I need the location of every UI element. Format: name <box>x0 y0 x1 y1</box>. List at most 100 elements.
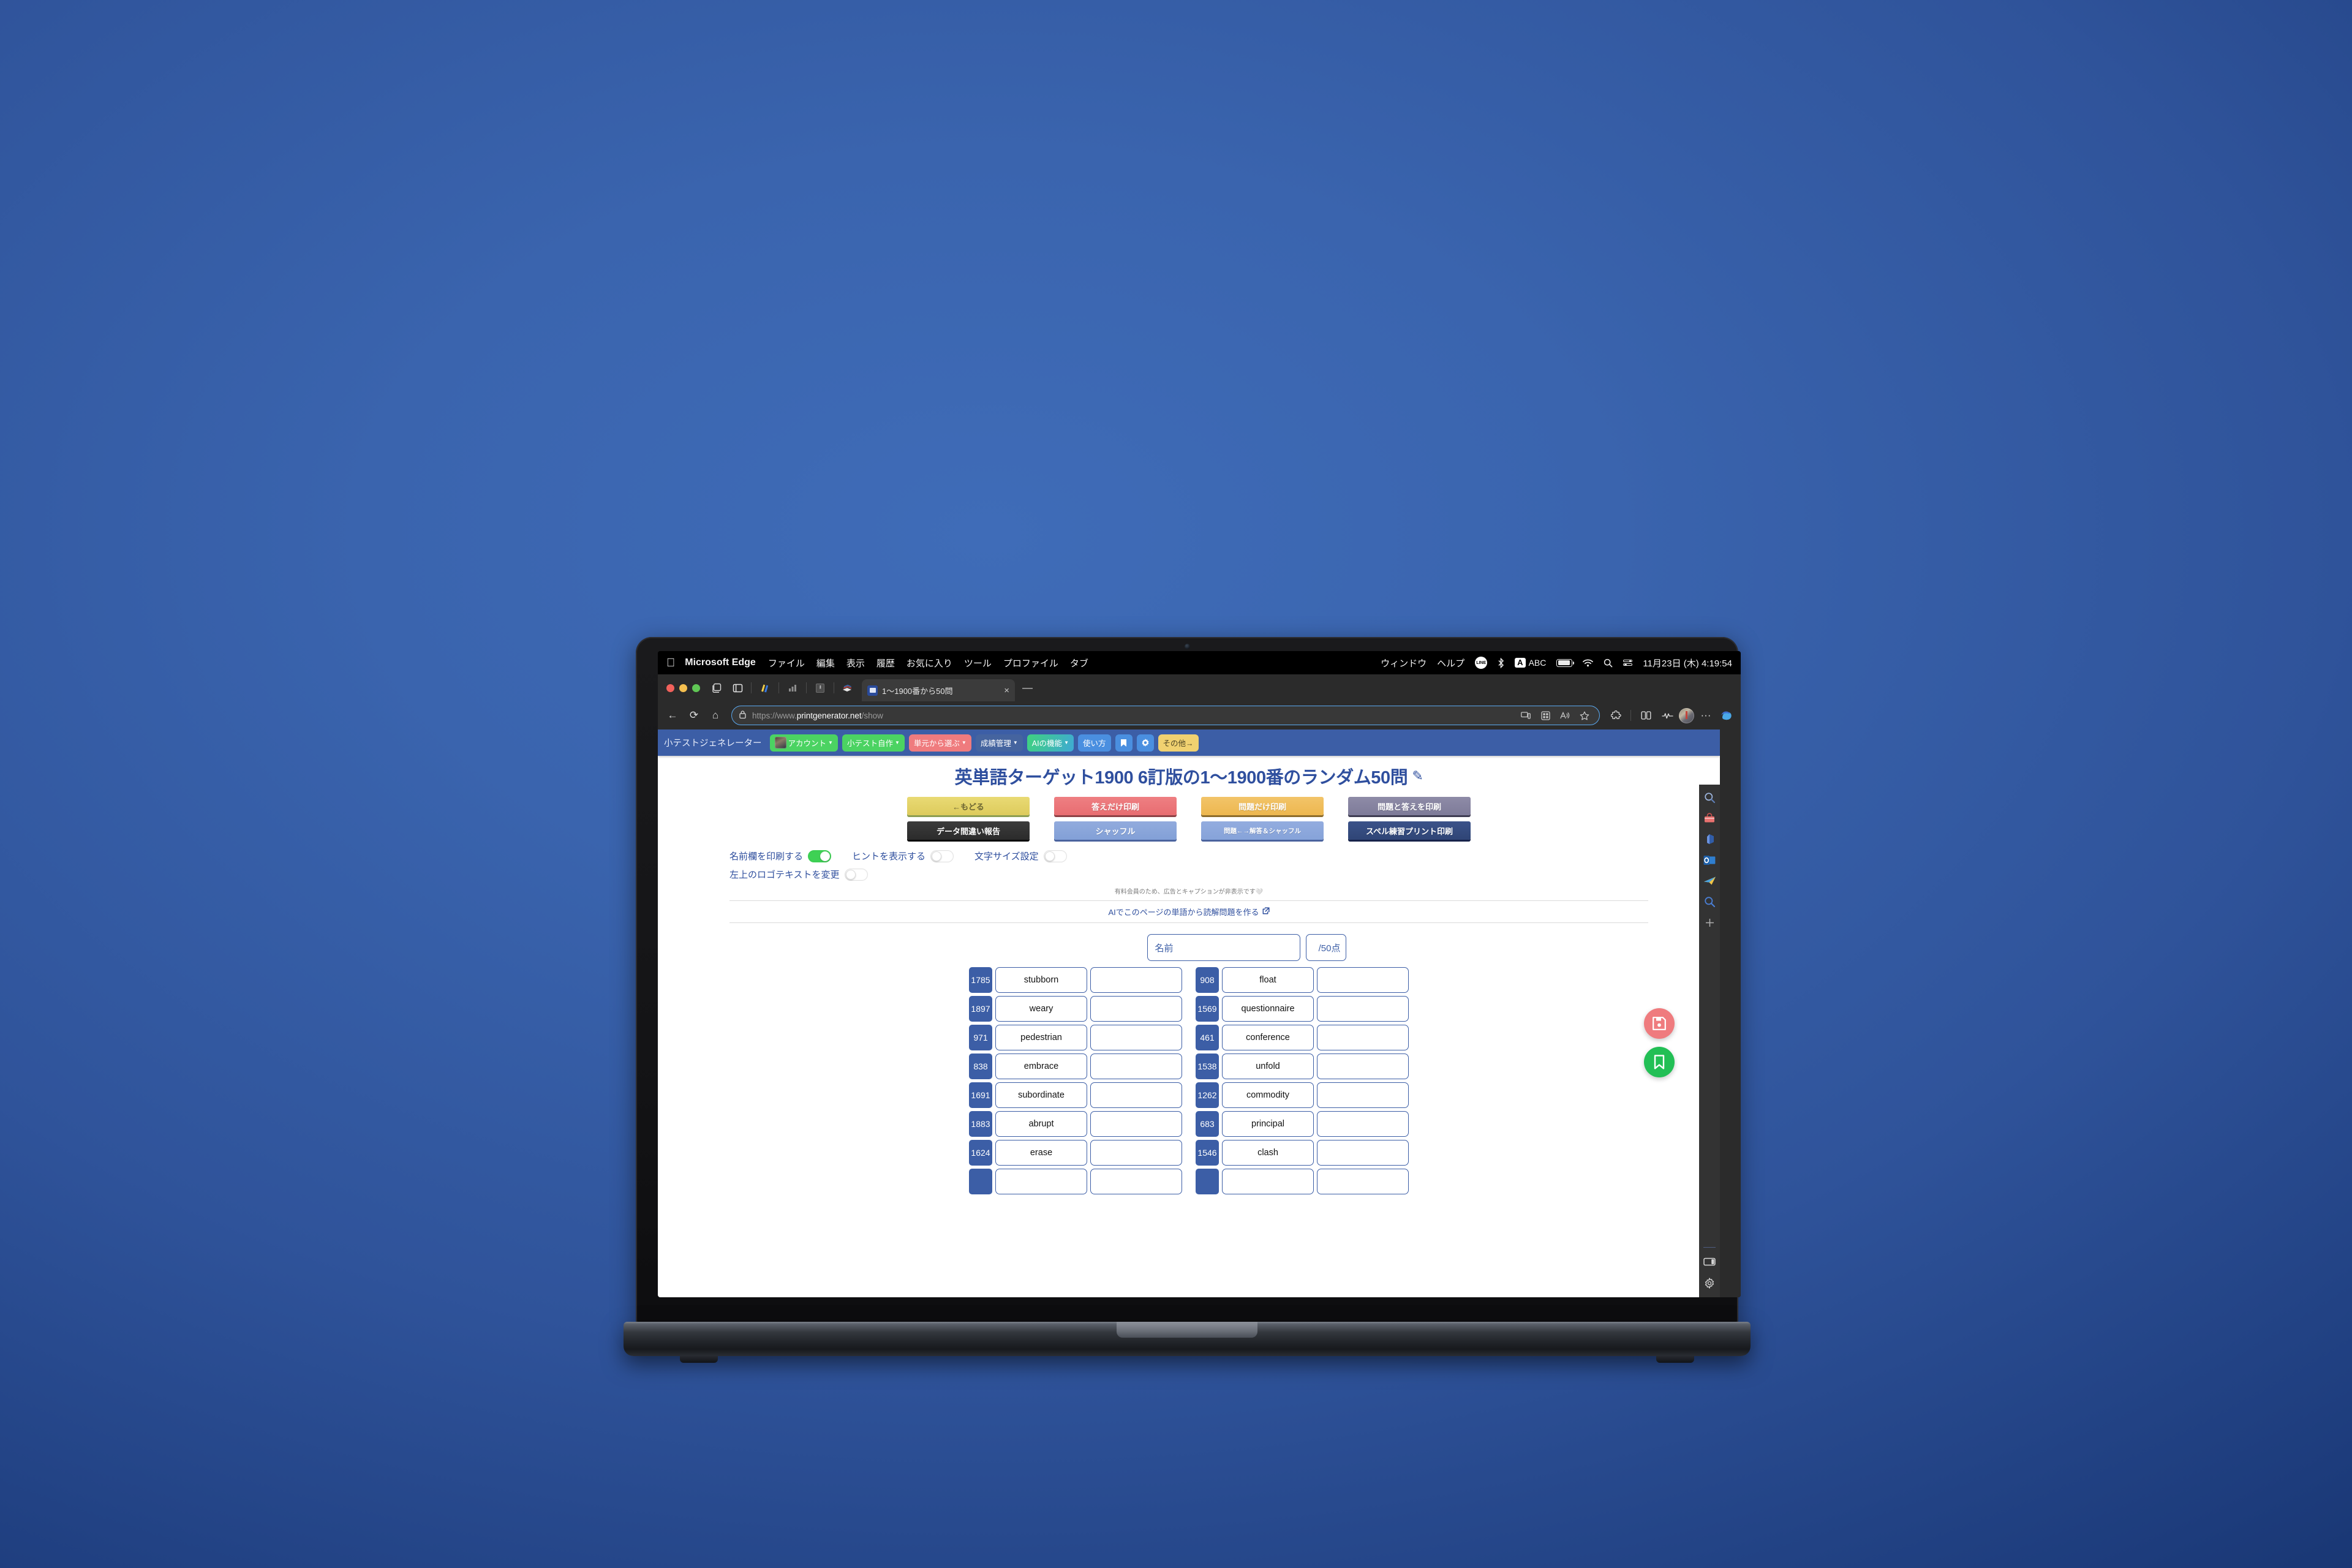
nav-item-more[interactable]: その他→ <box>1158 734 1199 752</box>
office-icon[interactable] <box>1702 832 1717 846</box>
tab-groups-icon[interactable] <box>707 679 726 697</box>
collections-icon[interactable] <box>1537 707 1553 723</box>
toggle-show-hints[interactable] <box>930 850 954 862</box>
nav-item-ai-features[interactable]: AIの機能 ▼ <box>1027 734 1074 752</box>
toggle-font-size-setting[interactable] <box>1043 850 1067 862</box>
bluetooth-icon[interactable] <box>1498 657 1504 668</box>
sidebar-settings-gear-icon[interactable] <box>1702 1276 1717 1291</box>
nav-settings-button[interactable] <box>1136 734 1154 752</box>
answer-blank[interactable] <box>1317 1111 1409 1137</box>
input-source-indicator[interactable]: A ABC <box>1515 657 1546 668</box>
print-questions-button[interactable]: 問題だけ印刷 <box>1201 797 1324 815</box>
print-spelling-practice-button[interactable]: スペル練習プリント印刷 <box>1348 821 1471 840</box>
pen-highlighter-icon[interactable] <box>756 679 774 697</box>
answer-blank[interactable] <box>1090 967 1182 993</box>
nav-item-grade-management[interactable]: 成績管理 ▼ <box>975 734 1023 752</box>
outlook-icon[interactable] <box>1702 853 1717 867</box>
sidebar-toggle-icon[interactable] <box>728 679 747 697</box>
split-screen-icon[interactable] <box>1636 706 1656 725</box>
shopping-bag-icon[interactable] <box>1702 811 1717 826</box>
save-floppy-button[interactable] <box>1644 1008 1675 1039</box>
menu-profile[interactable]: プロファイル <box>1003 657 1058 669</box>
nav-item-create-quiz[interactable]: 小テスト自作 ▼ <box>842 734 905 752</box>
favorite-star-icon[interactable] <box>1577 707 1593 723</box>
answer-blank[interactable] <box>1090 1025 1182 1050</box>
menu-tab[interactable]: タブ <box>1070 657 1088 669</box>
browser-tab[interactable]: 1〜1900番から50問 × <box>862 679 1015 701</box>
menu-view[interactable]: 表示 <box>846 657 865 669</box>
reading-list-icon[interactable] <box>811 679 829 697</box>
bookmark-button[interactable] <box>1644 1047 1675 1077</box>
menu-help[interactable]: ヘルプ <box>1437 657 1464 669</box>
answer-blank[interactable] <box>1090 1082 1182 1108</box>
menu-favorites[interactable]: お気に入り <box>907 657 952 669</box>
answer-blank[interactable] <box>1090 1169 1182 1194</box>
bar-chart-icon[interactable] <box>783 679 802 697</box>
answer-blank[interactable] <box>1317 967 1409 993</box>
add-sidebar-icon[interactable] <box>1702 915 1717 930</box>
line-icon[interactable]: LINE <box>1475 657 1488 669</box>
print-both-button[interactable]: 問題と答えを印刷 <box>1348 797 1471 815</box>
answer-blank[interactable] <box>1090 1111 1182 1137</box>
refresh-button[interactable]: ⟳ <box>684 706 704 725</box>
apple-logo-icon[interactable]:  <box>666 657 675 669</box>
answer-blank[interactable] <box>1090 996 1182 1022</box>
profile-avatar[interactable] <box>1679 707 1694 723</box>
control-center-icon[interactable] <box>1623 659 1633 666</box>
menubar-app-name[interactable]: Microsoft Edge <box>685 657 756 668</box>
answer-blank[interactable] <box>1317 1025 1409 1050</box>
menu-window[interactable]: ウィンドウ <box>1381 657 1427 669</box>
cast-to-device-icon[interactable] <box>1518 707 1534 723</box>
search-icon[interactable] <box>1702 790 1717 805</box>
nav-bookmark-button[interactable] <box>1115 734 1133 752</box>
report-data-error-button[interactable]: データ間違い報告 <box>907 821 1030 840</box>
back-button[interactable]: ← <box>663 706 682 725</box>
menu-file[interactable]: ファイル <box>768 657 805 669</box>
ai-reading-question-link[interactable]: AIでこのページの単語から読解問題を作る <box>658 906 1720 918</box>
more-options-icon[interactable]: ··· <box>1696 706 1716 725</box>
pencil-icon[interactable]: ✎ <box>1412 768 1423 784</box>
extensions-puzzle-icon[interactable] <box>1606 706 1626 725</box>
print-answers-button[interactable]: 答えだけ印刷 <box>1054 797 1177 815</box>
menu-edit[interactable]: 編集 <box>816 657 835 669</box>
swap-and-shuffle-button[interactable]: 問題←→解答＆シャッフル <box>1201 821 1324 840</box>
menu-tools[interactable]: ツール <box>964 657 992 669</box>
battery-icon[interactable] <box>1556 658 1575 667</box>
answer-blank[interactable] <box>1317 1054 1409 1079</box>
nav-item-account[interactable]: アカウント ▼ <box>769 734 838 752</box>
window-traffic-lights[interactable] <box>663 684 706 692</box>
answer-blank[interactable] <box>1317 1169 1409 1194</box>
answer-blank[interactable] <box>1090 1054 1182 1079</box>
home-button[interactable]: ⌂ <box>706 706 725 725</box>
copilot-icon[interactable] <box>1717 706 1736 725</box>
nav-item-how-to-use[interactable]: 使い方 <box>1077 734 1111 752</box>
shuffle-button[interactable]: シャッフル <box>1054 821 1177 840</box>
close-window-button[interactable] <box>666 684 674 692</box>
answer-blank[interactable] <box>1317 1082 1409 1108</box>
minimize-window-button[interactable] <box>679 684 687 692</box>
menu-history[interactable]: 履歴 <box>876 657 895 669</box>
discover-search-icon[interactable] <box>1702 894 1717 909</box>
toggle-change-logo-text[interactable] <box>844 868 868 881</box>
read-aloud-icon[interactable] <box>1557 707 1573 723</box>
name-input[interactable]: 名前 <box>1147 934 1300 961</box>
menubar-clock[interactable]: 11月23日 (木) 4:19:54 <box>1643 657 1732 669</box>
answer-blank[interactable] <box>1317 1140 1409 1166</box>
telegram-plane-icon[interactable] <box>1702 873 1717 888</box>
books-icon[interactable] <box>839 679 857 697</box>
spotlight-search-icon[interactable] <box>1604 658 1613 668</box>
site-brand[interactable]: 小テストジェネレーター <box>664 736 762 749</box>
sidebar-panel-icon[interactable] <box>1702 1254 1717 1269</box>
nav-item-choose-unit[interactable]: 単元から選ぶ ▼ <box>908 734 971 752</box>
tab-close-icon[interactable]: × <box>1004 685 1009 696</box>
answer-blank[interactable] <box>1317 996 1409 1022</box>
address-bar[interactable]: https://www.printgenerator.net/show <box>731 706 1600 725</box>
back-button[interactable]: ←もどる <box>907 797 1030 815</box>
new-tab-button[interactable]: — <box>1022 682 1033 694</box>
wifi-icon[interactable] <box>1583 659 1594 667</box>
score-box[interactable]: /50点 <box>1305 934 1346 961</box>
zoom-window-button[interactable] <box>692 684 700 692</box>
browser-essentials-icon[interactable] <box>1657 706 1677 725</box>
toggle-print-name-field[interactable] <box>808 850 832 862</box>
answer-blank[interactable] <box>1090 1140 1182 1166</box>
